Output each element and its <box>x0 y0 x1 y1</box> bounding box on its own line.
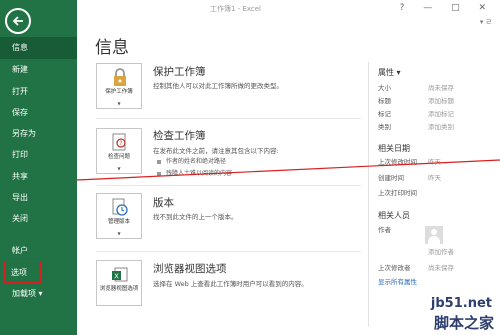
watermark-site: jb51.net <box>430 296 492 311</box>
sidebar-item-share[interactable]: 共享 <box>0 166 77 188</box>
protect-title: 保护工作簿 <box>153 66 206 78</box>
last-modified-by-row: 上次修改者 尚未保存 <box>378 262 498 274</box>
protect-tile-label: 保护工作簿 <box>105 89 133 95</box>
prop-value: 尚未保存 <box>428 84 454 92</box>
prop-label: 上次打印时间 <box>378 189 417 197</box>
excel-browser-icon: X <box>111 265 129 285</box>
prop-value[interactable]: 添加类别 <box>428 123 454 131</box>
versions-tile-label: 管理版本 <box>107 219 130 225</box>
sidebar-item-options[interactable]: 选项 <box>4 261 41 283</box>
prop-row-category: 类别 添加类别 <box>378 121 498 133</box>
prop-value[interactable]: 添加标记 <box>428 110 454 118</box>
divider <box>96 185 361 186</box>
browser-desc: 选择在 Web 上查看此工作簿时用户可以看到的内容。 <box>153 280 308 288</box>
inspect-bullet: 残障人士难以阅读的内容 <box>157 168 232 177</box>
svg-text:X: X <box>114 273 119 281</box>
date-row-created: 创建时间 昨天 <box>378 172 498 184</box>
prop-value[interactable]: 添加标题 <box>428 97 454 105</box>
backstage-sidebar: 信息 新建 打开 保存 另存为 打印 共享 导出 关闭 帐户 选项 加载项 ▾ <box>0 0 77 335</box>
window-controls[interactable]: ? — □ ✕ <box>400 3 494 13</box>
avatar <box>425 226 443 244</box>
versions-desc: 找不到此文件的上一个版本。 <box>153 213 238 221</box>
versions-title: 版本 <box>153 197 174 209</box>
sidebar-item-account[interactable]: 帐户 <box>0 240 77 262</box>
manage-versions-button[interactable]: 管理版本 ▼ <box>96 193 142 239</box>
date-row-modified: 上次修改时间 昨天 <box>378 156 498 168</box>
dates-header: 相关日期 <box>378 144 410 153</box>
sidebar-item-save-as[interactable]: 另存为 <box>0 123 77 145</box>
inspect-bullet: 作者的姓名和绝对路径 <box>157 156 226 165</box>
sidebar-item-print[interactable]: 打印 <box>0 144 77 166</box>
chevron-down-icon: ▼ <box>117 101 121 106</box>
sidebar-item-open[interactable]: 打开 <box>0 81 77 103</box>
inspect-issues-button[interactable]: ? 检查问题 ▼ <box>96 128 142 174</box>
chevron-down-icon: ▼ <box>117 166 121 171</box>
watermark-brand: 脚本之家 <box>433 314 494 332</box>
window-title: 工作簿1 - Excel <box>210 5 261 13</box>
versions-clock-icon <box>111 198 129 218</box>
inspect-document-icon: ? <box>111 133 129 153</box>
browser-view-options-button[interactable]: X 浏览器视图选项 <box>96 260 142 306</box>
divider <box>96 118 361 119</box>
properties-divider <box>368 62 369 327</box>
prop-label: 标题 <box>378 97 391 105</box>
browser-tile-label: 浏览器视图选项 <box>99 286 139 292</box>
inspect-desc: 在发布此文件之前，请注意其包含以下内容: <box>153 147 279 155</box>
date-row-printed: 上次打印时间 <box>378 187 498 199</box>
prop-value: 昨天 <box>428 174 441 182</box>
properties-header[interactable]: 属性 ▾ <box>378 67 401 78</box>
page-title: 信息 <box>95 38 129 58</box>
inspect-title: 检查工作簿 <box>153 130 206 142</box>
show-all-properties-link[interactable]: 显示所有属性 <box>378 276 417 286</box>
people-header: 相关人员 <box>378 211 410 220</box>
user-account[interactable]: ▾ ㄹ <box>480 17 492 27</box>
prop-row-title: 标题 添加标题 <box>378 95 498 107</box>
add-author-row: 添加作者 <box>428 246 498 258</box>
prop-label: 创建时间 <box>378 174 404 182</box>
sidebar-item-save[interactable]: 保存 <box>0 102 77 124</box>
browser-title: 浏览器视图选项 <box>153 263 227 275</box>
prop-label: 作者 <box>378 226 391 234</box>
sidebar-item-close[interactable]: 关闭 <box>0 208 77 230</box>
svg-text:?: ? <box>119 140 122 147</box>
prop-row-size: 大小 尚未保存 <box>378 82 498 94</box>
prop-row-tags: 标记 添加标记 <box>378 108 498 120</box>
prop-label: 上次修改者 <box>378 264 411 272</box>
prop-value: 尚未保存 <box>428 264 454 272</box>
add-author-link[interactable]: 添加作者 <box>428 248 454 256</box>
prop-label: 类别 <box>378 123 391 131</box>
lock-key-icon <box>111 68 129 88</box>
sidebar-item-new[interactable]: 新建 <box>0 59 77 81</box>
sidebar-item-addins[interactable]: 加载项 ▾ <box>0 283 77 305</box>
prop-label: 大小 <box>378 84 391 92</box>
protect-workbook-button[interactable]: 保护工作簿 ▼ <box>96 63 142 109</box>
prop-value: 昨天 <box>428 158 441 166</box>
prop-label: 上次修改时间 <box>378 158 417 166</box>
back-arrow-icon[interactable] <box>5 8 31 34</box>
sidebar-item-export[interactable]: 导出 <box>0 187 77 209</box>
sidebar-item-info[interactable]: 信息 <box>0 37 77 59</box>
protect-desc: 控制其他人可以对此工作簿所做的更改类型。 <box>153 82 283 90</box>
divider <box>96 251 361 252</box>
prop-label: 标记 <box>378 110 391 118</box>
inspect-tile-label: 检查问题 <box>107 154 130 160</box>
chevron-down-icon: ▼ <box>117 231 121 236</box>
